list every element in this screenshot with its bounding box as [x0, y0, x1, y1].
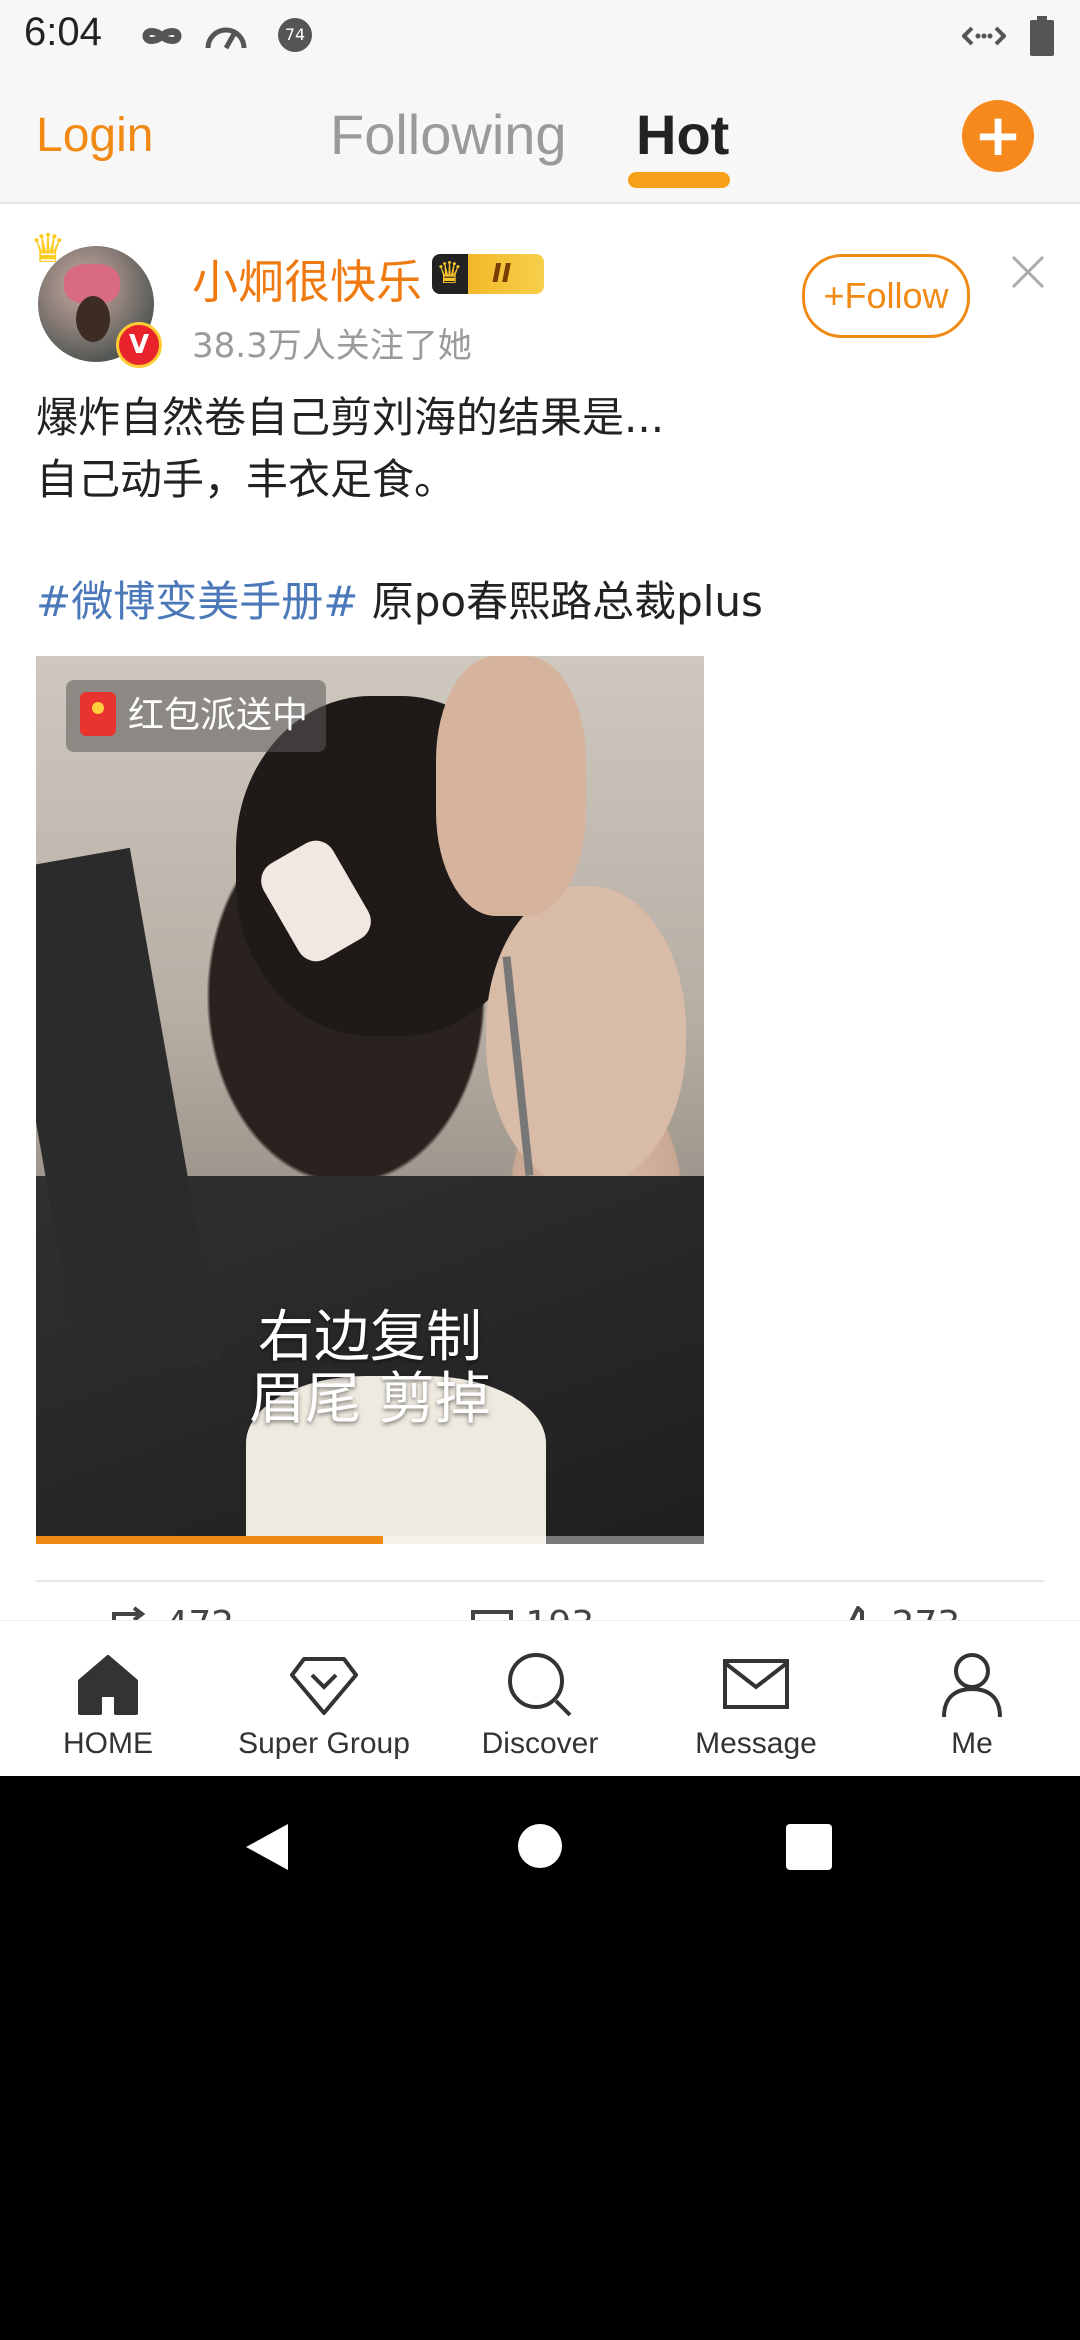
tab-hot[interactable]: Hot: [636, 102, 729, 167]
status-bar: 6:04 74: [0, 0, 1080, 72]
compose-button[interactable]: +: [962, 100, 1034, 172]
post-text-line: 原po春熙路总裁plus: [358, 577, 763, 626]
follower-count: 38.3万人关注了她: [192, 326, 472, 366]
hashtag-link[interactable]: #微博变美手册#: [36, 577, 358, 626]
nav-message-label: Message: [695, 1727, 817, 1760]
home-circle-icon[interactable]: [518, 1824, 562, 1868]
nav-discover-label: Discover: [481, 1727, 599, 1760]
plus-icon: +: [973, 101, 1023, 169]
post-text-line: 爆炸自然卷自己剪刘海的结果是...: [36, 393, 665, 442]
back-icon[interactable]: [244, 1822, 290, 1872]
video-caption: 右边复制: [258, 1305, 482, 1370]
vip-level-badge: ♛ II: [432, 254, 544, 294]
notification-badge: 74: [278, 18, 312, 52]
home-icon: [78, 1655, 138, 1715]
post-username[interactable]: 小炯很快乐: [192, 246, 422, 312]
vip-level-text: II: [492, 259, 512, 289]
nav-message[interactable]: Message: [648, 1621, 864, 1776]
mail-icon: [723, 1659, 789, 1709]
post-text-line: 自己动手，丰衣足食。: [36, 455, 457, 504]
recents-icon[interactable]: [786, 1824, 832, 1870]
top-header: Login Following Hot +: [0, 72, 1080, 204]
video-progress-fill: [36, 1536, 384, 1544]
follow-button[interactable]: +Follow: [802, 254, 970, 338]
login-link[interactable]: Login: [36, 108, 153, 163]
action-divider: [36, 1580, 1044, 1582]
system-nav-bar: [0, 1776, 1080, 1920]
vip-crown-icon: ♛: [436, 256, 463, 291]
weibo-screen: 6:04 74 Login Following Hot + ♛ V 小炯很快乐 …: [0, 0, 1080, 1776]
status-time: 6:04: [24, 10, 102, 54]
video-player[interactable]: 红包派送中 右边复制 眉尾 剪掉: [36, 656, 704, 1544]
speedometer-icon: [205, 27, 247, 50]
search-icon: [508, 1653, 572, 1717]
active-tab-indicator: [628, 172, 730, 188]
infinity-icon: [142, 28, 182, 44]
battery-icon: [1030, 16, 1054, 56]
nav-me[interactable]: Me: [864, 1621, 1080, 1776]
nav-me-label: Me: [951, 1727, 993, 1760]
bottom-nav: HOME Super Group Discover Message Me: [0, 1620, 1080, 1776]
red-packet-icon: [80, 692, 116, 736]
red-packet-label: 红包派送中: [128, 695, 309, 736]
nav-home[interactable]: HOME: [0, 1621, 216, 1776]
red-packet-tag[interactable]: 红包派送中: [66, 680, 327, 752]
tab-following[interactable]: Following: [330, 102, 567, 167]
nav-home-label: HOME: [63, 1727, 153, 1760]
nav-super-group-label: Super Group: [238, 1727, 410, 1760]
video-figure-hand: [436, 656, 586, 916]
video-caption: 眉尾 剪掉: [249, 1367, 491, 1432]
avatar-figure: [76, 296, 110, 342]
nav-discover[interactable]: Discover: [432, 1621, 648, 1776]
close-icon[interactable]: [1010, 254, 1046, 290]
person-icon: [942, 1653, 1002, 1718]
nav-super-group[interactable]: Super Group: [216, 1621, 432, 1776]
video-progress-bar[interactable]: [36, 1536, 704, 1544]
post-text-hashtag-line: #微博变美手册# 原po春熙路总裁plus: [36, 572, 1036, 632]
verified-icon: V: [116, 322, 162, 368]
diamond-icon: [290, 1657, 358, 1715]
data-arrows-icon: [962, 26, 1006, 46]
